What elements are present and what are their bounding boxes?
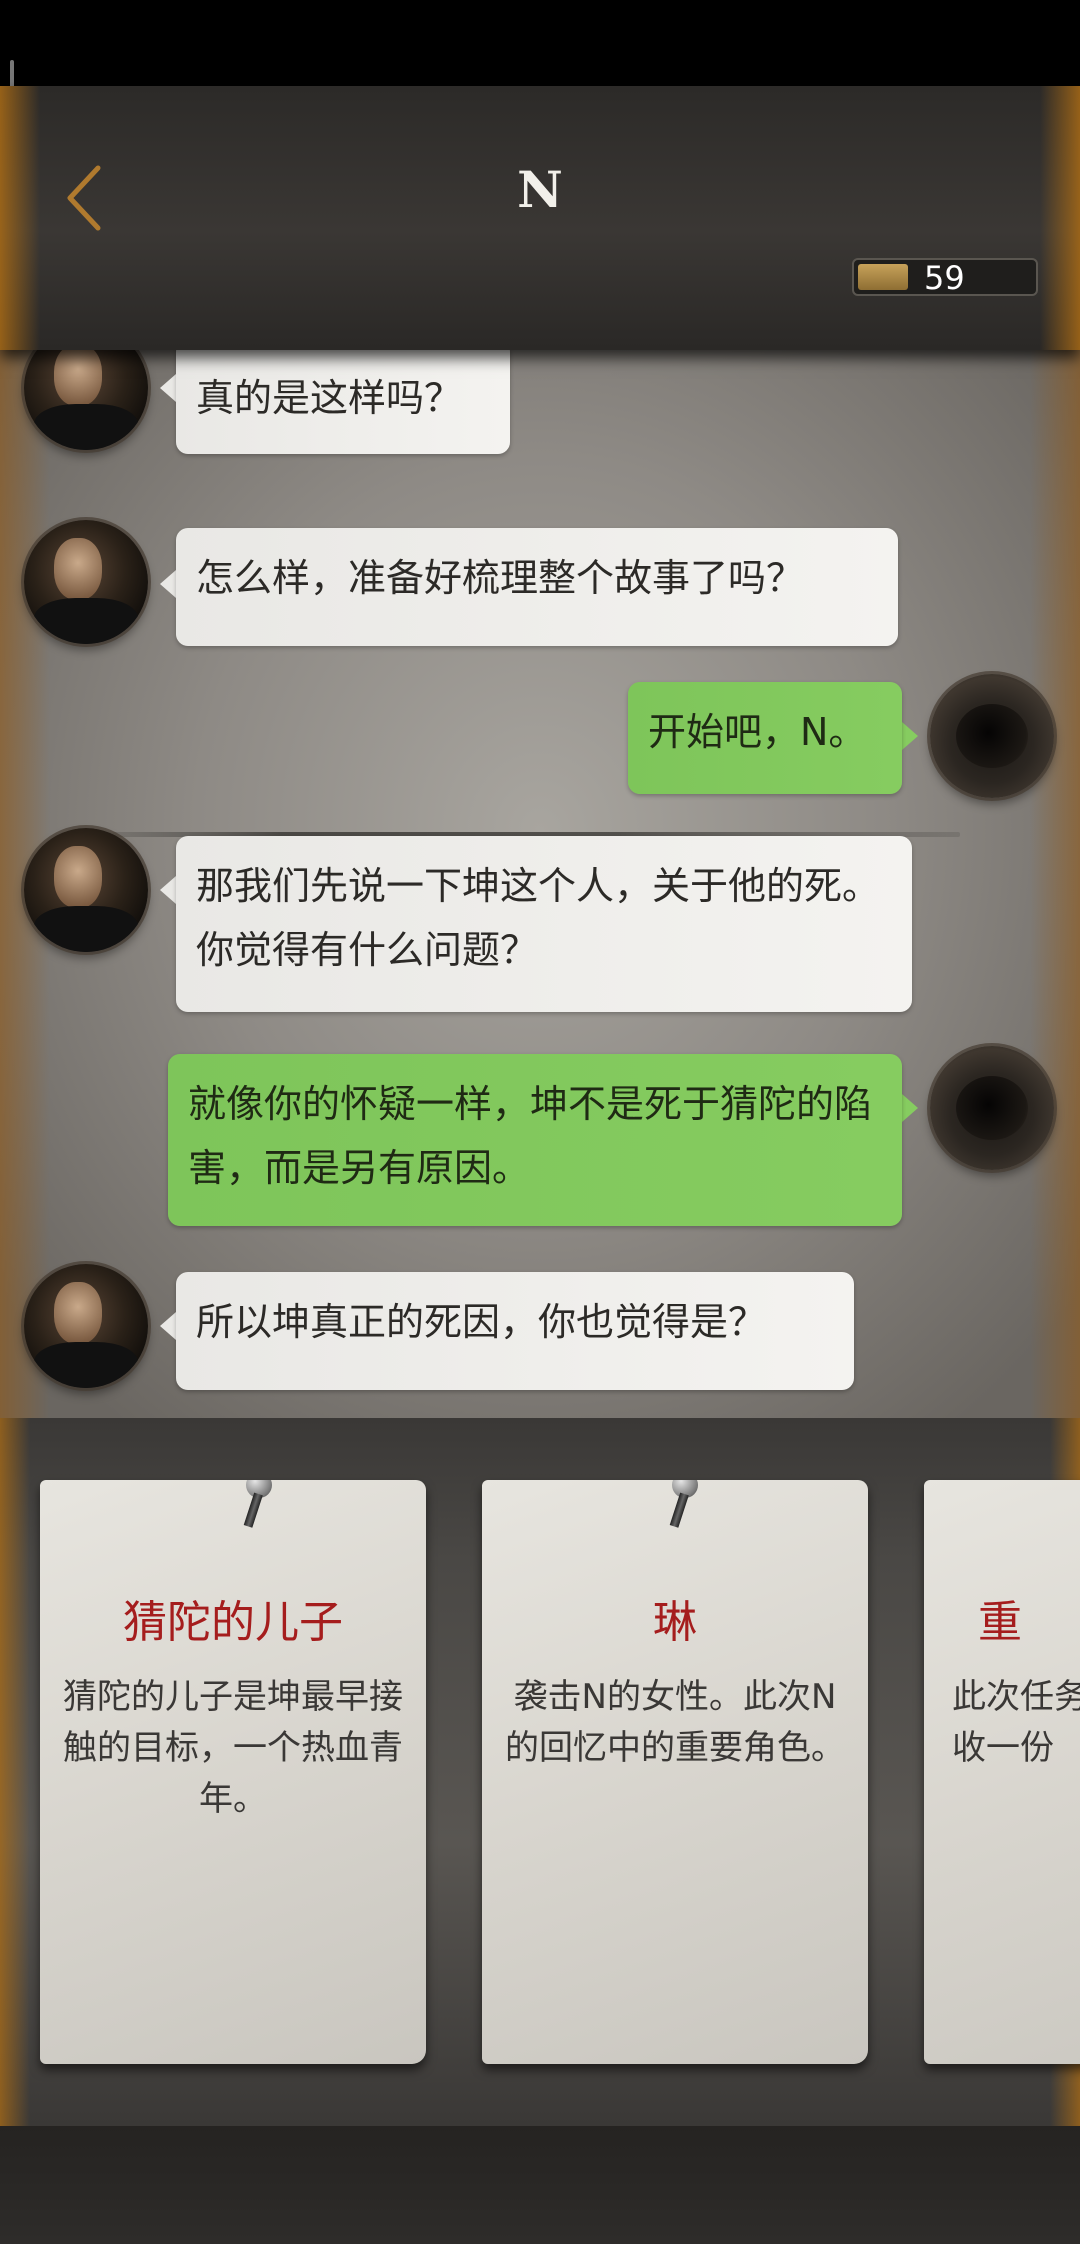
bottom-bar [0, 2126, 1080, 2244]
chat-bubble-left: 真的是这样吗？ [176, 350, 510, 454]
bubble-tail [902, 1094, 918, 1122]
player-avatar [930, 674, 1054, 798]
clue-card[interactable]: 琳 袭击N的女性。此次N的回忆中的重要角色。 [482, 1480, 868, 2064]
chat-bubble-left: 那我们先说一下坤这个人，关于他的死。你觉得有什么问题？ [176, 836, 912, 1012]
npc-avatar [24, 1264, 148, 1388]
message-text: 开始吧，N。 [648, 710, 867, 754]
message-text: 真的是这样吗？ [196, 376, 463, 420]
chat-bubble-left: 怎么样，准备好梳理整个故事了吗？ [176, 528, 898, 646]
bubble-tail [160, 876, 176, 904]
bubble-tail [160, 374, 176, 402]
card-title: 猜陀的儿子 [123, 1597, 343, 1648]
message-text: 那我们先说一下坤这个人，关于他的死。你觉得有什么问题？ [196, 864, 881, 972]
page-title: N [517, 160, 563, 219]
tray-glow-left [0, 1418, 30, 2126]
coin-icon [858, 264, 908, 290]
chat-area[interactable]: 真的是这样吗？ 怎么样，准备好梳理整个故事了吗？ 开始吧，N。 那我们先说一下坤… [0, 350, 1080, 1418]
coin-count: 59 [924, 259, 965, 297]
card-description: 此次任务收一份 [952, 1677, 1080, 1768]
message-text: 就像你的怀疑一样，坤不是死于猜陀的陷害，而是另有原因。 [188, 1082, 873, 1190]
pushpin-icon [238, 1480, 278, 1530]
chat-bubble-left: 所以坤真正的死因，你也觉得是？ [176, 1272, 854, 1390]
coin-counter: 59 [852, 258, 1038, 297]
chat-bubble-right: 开始吧，N。 [628, 682, 902, 794]
card-tray: 猜陀的儿子 猜陀的儿子是坤最早接触的目标，一个热血青年。 琳 袭击N的女性。此次… [0, 1418, 1080, 2126]
clue-card[interactable]: 重 此次任务收一份 [924, 1480, 1080, 2064]
card-description: 袭击N的女性。此次N的回忆中的重要角色。 [505, 1677, 845, 1768]
npc-avatar [24, 828, 148, 952]
npc-avatar [24, 520, 148, 644]
message-text: 怎么样，准备好梳理整个故事了吗？ [196, 556, 805, 600]
bubble-tail [160, 570, 176, 598]
clue-card[interactable]: 猜陀的儿子 猜陀的儿子是坤最早接触的目标，一个热血青年。 [40, 1480, 426, 2064]
player-avatar [930, 1046, 1054, 1170]
bubble-tail [160, 1312, 176, 1340]
message-text: 所以坤真正的死因，你也觉得是？ [196, 1300, 767, 1344]
npc-avatar [24, 350, 148, 450]
pushpin-icon [664, 1480, 704, 1530]
card-title: 琳 [653, 1597, 697, 1648]
status-bar [0, 0, 1080, 86]
card-description: 猜陀的儿子是坤最早接触的目标，一个热血青年。 [63, 1677, 403, 1819]
bubble-tail [902, 722, 918, 750]
card-title: 重 [978, 1597, 1022, 1648]
chat-bubble-right: 就像你的怀疑一样，坤不是死于猜陀的陷害，而是另有原因。 [168, 1054, 902, 1226]
